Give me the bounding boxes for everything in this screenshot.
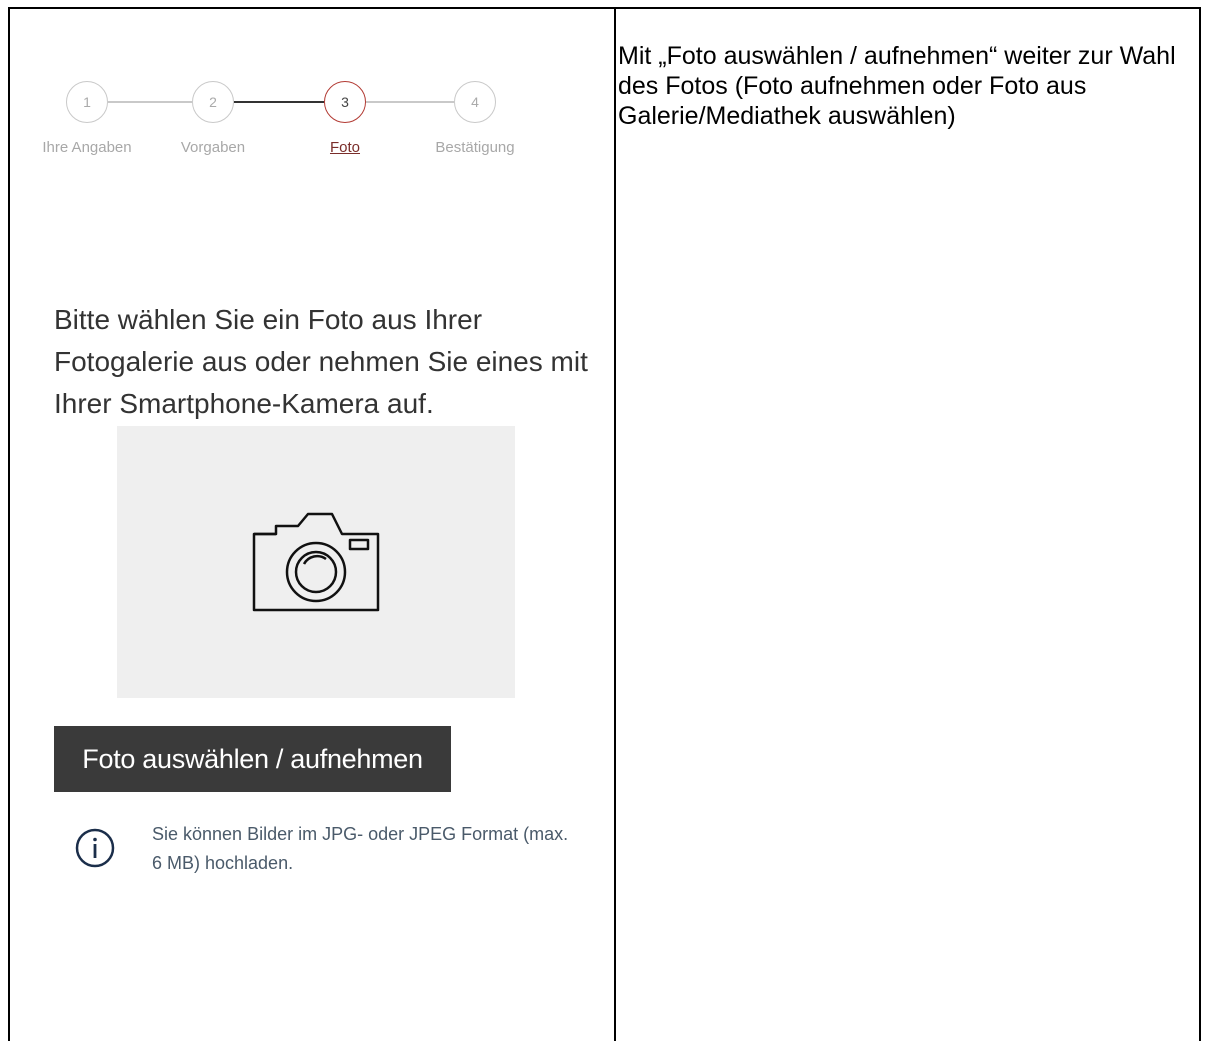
step-connector — [108, 101, 192, 103]
step-number: 2 — [209, 94, 217, 110]
instruction-note: Mit „Foto auswählen / aufnehmen“ weiter … — [618, 42, 1176, 130]
photo-placeholder[interactable] — [117, 426, 515, 698]
layout-table: 1 2 3 4 Ihre Angaben Vorgaben Foto Bestä… — [8, 7, 1201, 1041]
step-1-circle[interactable]: 1 — [66, 81, 108, 123]
intro-text: Bitte wählen Sie ein Foto aus Ihrer Foto… — [54, 304, 588, 419]
step-3-label: Foto — [329, 139, 361, 156]
step-2-circle[interactable]: 2 — [192, 81, 234, 123]
step-number: 1 — [83, 94, 91, 110]
step-connector — [366, 101, 454, 103]
step-number: 3 — [341, 94, 349, 110]
step-4-label: Bestätigung — [435, 139, 515, 156]
step-1-label[interactable]: Ihre Angaben — [42, 139, 131, 156]
progress-stepper: 1 2 3 4 Ihre Angaben Vorgaben Foto Bestä… — [10, 81, 570, 171]
select-photo-button[interactable]: Foto auswählen / aufnehmen — [54, 726, 451, 792]
column-divider — [614, 9, 616, 1041]
step-number: 4 — [471, 94, 479, 110]
info-icon — [75, 828, 115, 868]
screenshot-column: 1 2 3 4 Ihre Angaben Vorgaben Foto Bestä… — [10, 9, 614, 1041]
step-2-label[interactable]: Vorgaben — [181, 139, 245, 156]
step-connector — [234, 101, 324, 103]
step-3-circle: 3 — [324, 81, 366, 123]
upload-info-text: Sie können Bilder im JPG- oder JPEG Form… — [152, 824, 569, 873]
camera-icon — [252, 512, 380, 612]
step-4-circle: 4 — [454, 81, 496, 123]
